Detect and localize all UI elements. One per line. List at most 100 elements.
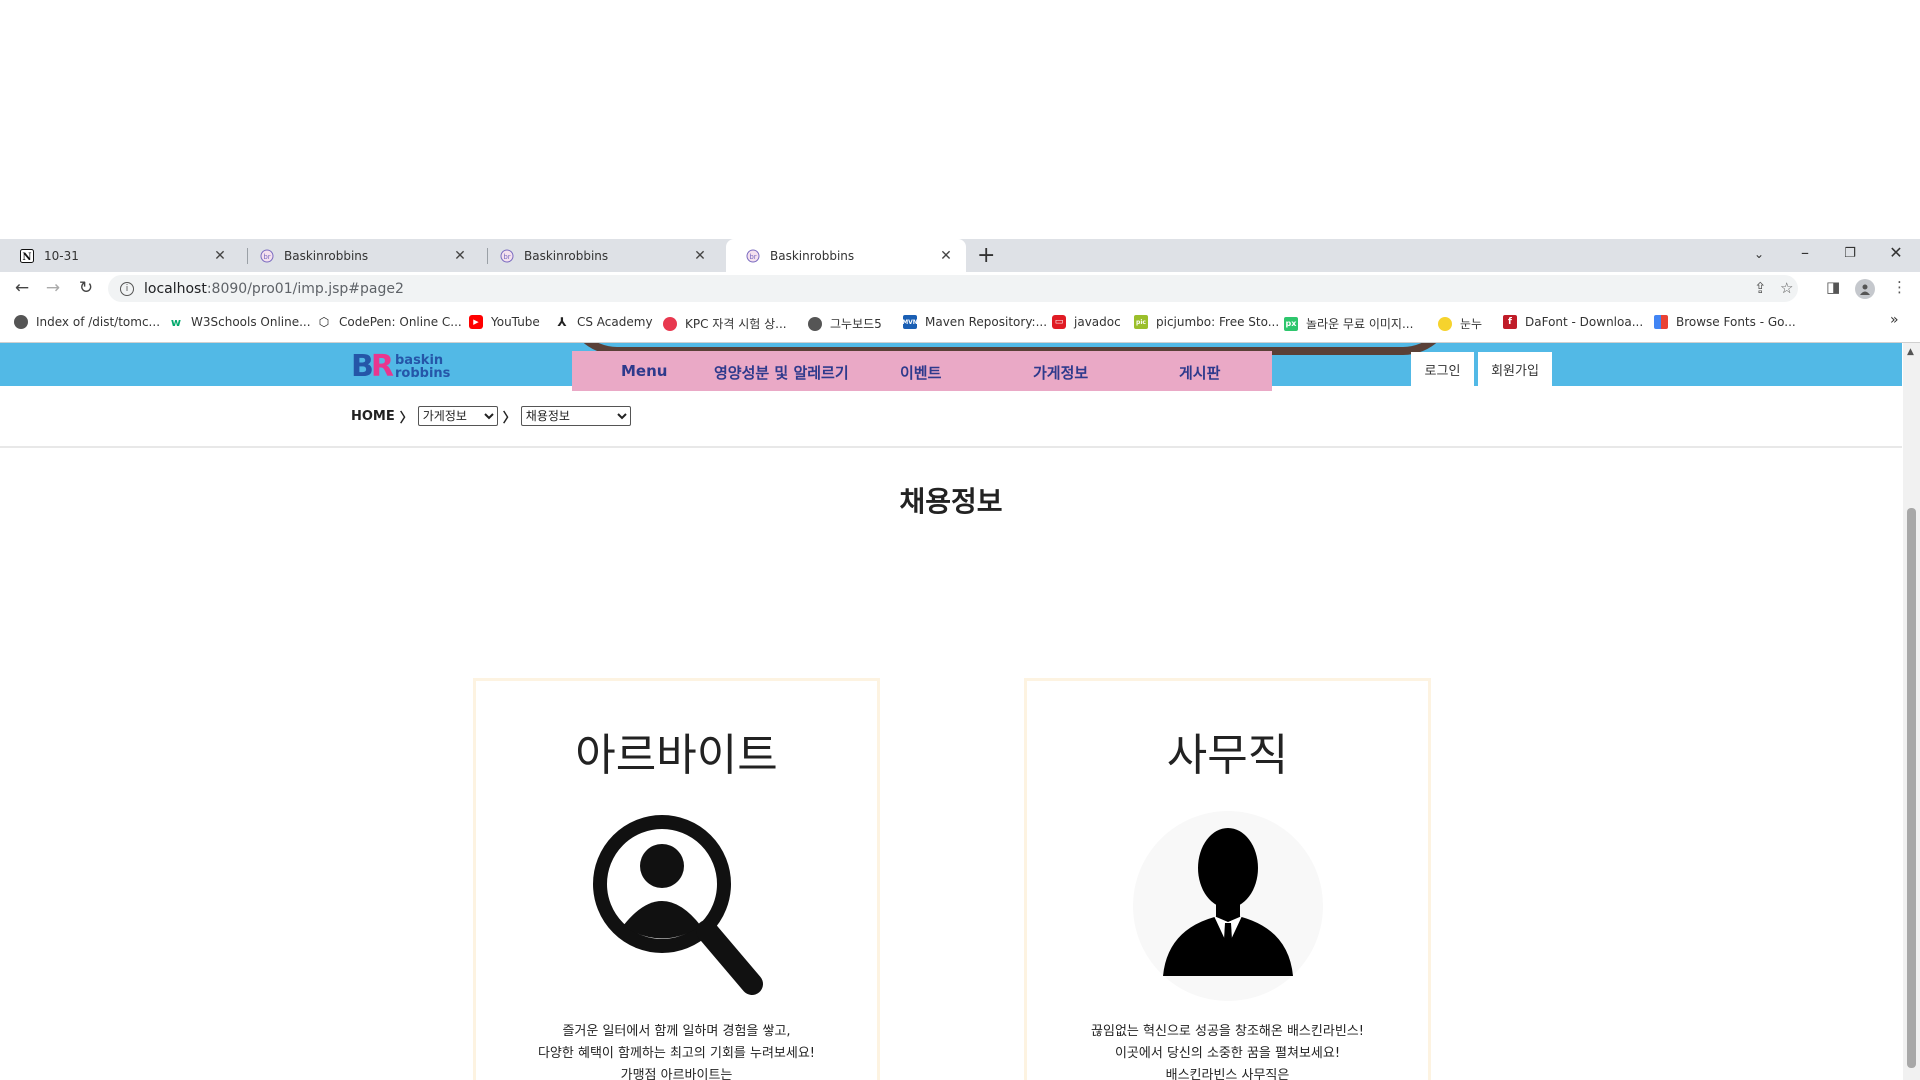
desc-line: 끊임없는 혁신으로 성공을 창조해온 배스킨라빈스! — [1091, 1024, 1364, 1039]
share-icon[interactable]: ⇪ — [1754, 279, 1767, 297]
kpc-icon — [663, 316, 677, 331]
codepen-icon: ⬡ — [317, 315, 331, 329]
bookmark-label: CodePen: Online C... — [339, 315, 462, 329]
card-description: 끊임없는 혁신으로 성공을 창조해온 배스킨라빈스! 이곳에서 당신의 소중한 … — [1027, 1021, 1428, 1080]
nav-item-store-info[interactable]: 가게정보 — [1033, 362, 1088, 383]
more-bookmarks-chevron[interactable]: » — [1890, 312, 1899, 328]
site-info-icon[interactable]: i — [120, 281, 134, 296]
bookmark-label: javadoc — [1074, 315, 1121, 329]
card-title: 아르바이트 — [575, 730, 778, 781]
baskin-robbins-logo[interactable]: BR baskin robbins — [351, 352, 450, 382]
profile-avatar[interactable] — [1855, 279, 1875, 299]
url-host: localhost — [144, 280, 207, 297]
bookmark-label: 눈누 — [1460, 317, 1483, 331]
close-icon[interactable]: ✕ — [212, 248, 228, 264]
restore-icon[interactable]: ❐ — [1835, 246, 1865, 261]
bookmark-item[interactable]: ⅄ CS Academy — [555, 315, 653, 329]
breadcrumb-home[interactable]: HOME — [351, 409, 395, 424]
dafont-icon: f — [1503, 315, 1517, 329]
globe-icon — [14, 315, 28, 329]
bookmark-label: CS Academy — [577, 315, 653, 329]
tab-baskinrobbins-1[interactable]: br Baskinrobbins ✕ — [240, 239, 480, 272]
desc-line: 이곳에서 당신의 소중한 꿈을 펼쳐보세요! — [1114, 1046, 1341, 1061]
toolbar: ← → ↻ i localhost:8090/pro01/imp.jsp#pag… — [0, 272, 1920, 305]
scroll-up-icon[interactable]: ▲ — [1907, 347, 1914, 357]
logo-mark: BR — [351, 349, 394, 384]
breadcrumb: HOME 〉 가게정보 〉 채용정보 — [351, 406, 631, 426]
parttime-card[interactable]: 아르바이트 즐거운 일터에서 함께 일하며 경험을 쌓고, 다양한 혜택이 함께… — [473, 678, 880, 1080]
minimize-icon[interactable]: – — [1790, 243, 1820, 262]
bookmark-item[interactable]: 눈누 — [1438, 315, 1482, 332]
bookmark-label: Browse Fonts - Go... — [1676, 315, 1796, 329]
tab-search-chevron-icon[interactable]: ⌄ — [1744, 247, 1774, 261]
businessman-icon — [1027, 806, 1428, 1006]
bookmark-label: W3Schools Online... — [191, 315, 311, 329]
nav-item-board[interactable]: 게시판 — [1179, 362, 1220, 383]
bookmark-label: YouTube — [491, 315, 540, 329]
cs-academy-icon: ⅄ — [555, 315, 569, 329]
close-icon[interactable]: ✕ — [938, 248, 954, 264]
back-icon[interactable]: ← — [10, 278, 34, 298]
globe-icon — [808, 316, 822, 331]
bookmark-item[interactable]: Index of /dist/tomc... — [14, 315, 160, 329]
nav-item-menu[interactable]: Menu — [621, 362, 667, 380]
bookmark-label: 놀라운 무료 이미지... — [1306, 317, 1414, 331]
tab-baskinrobbins-2[interactable]: br Baskinrobbins ✕ — [480, 239, 720, 272]
bookmark-item[interactable]: ▶ YouTube — [469, 315, 540, 329]
tab-title: Baskinrobbins — [770, 248, 855, 263]
forward-icon[interactable]: → — [41, 278, 65, 298]
category-select[interactable]: 가게정보 — [417, 406, 498, 426]
w3schools-icon: w — [169, 315, 183, 329]
signup-button[interactable]: 회원가입 — [1478, 352, 1552, 386]
bookmark-item[interactable]: 그누보드5 — [808, 315, 882, 332]
google-fonts-icon — [1654, 315, 1668, 329]
bookmark-label: KPC 자격 시험 상... — [685, 317, 787, 331]
bookmark-item[interactable]: pic picjumbo: Free Sto... — [1134, 315, 1279, 329]
menu-kebab-icon[interactable]: ⋮ — [1892, 278, 1907, 296]
nav-item-nutrition[interactable]: 영양성분 및 알레르기 — [714, 362, 849, 383]
side-panel-icon[interactable]: ◨ — [1826, 278, 1840, 296]
page-title: 채용정보 — [899, 485, 1003, 518]
close-icon[interactable]: ✕ — [692, 248, 708, 264]
office-card[interactable]: 사무직 끊임없는 혁신으로 성공을 창조해온 배스킨라빈스! 이곳에서 당신의 … — [1024, 678, 1431, 1080]
br-favicon: br — [260, 249, 274, 263]
javadoc-icon: ▭ — [1052, 315, 1066, 329]
login-button[interactable]: 로그인 — [1411, 352, 1474, 386]
reload-icon[interactable]: ↻ — [74, 278, 98, 298]
bookmark-label: Maven Repository:... — [925, 315, 1048, 329]
bookmark-item[interactable]: ⬡ CodePen: Online C... — [317, 315, 462, 329]
bookmark-item[interactable]: px 놀라운 무료 이미지... — [1284, 315, 1413, 332]
svg-text:br: br — [749, 253, 756, 261]
tab-notion[interactable]: N 10-31 ✕ — [0, 239, 240, 272]
scrollbar-thumb[interactable] — [1907, 508, 1916, 1068]
window-close-icon[interactable]: ✕ — [1881, 243, 1911, 262]
noonnu-icon — [1438, 316, 1452, 331]
bookmark-item[interactable]: w W3Schools Online... — [169, 315, 311, 329]
divider — [0, 446, 1902, 448]
tab-title: Baskinrobbins — [284, 248, 369, 263]
bookmark-star-icon[interactable]: ☆ — [1780, 279, 1793, 297]
picjumbo-icon: pic — [1134, 315, 1148, 329]
url-path: :8090/pro01/imp.jsp#page2 — [206, 280, 404, 297]
bookmark-item[interactable]: KPC 자격 시험 상... — [663, 315, 787, 332]
bookmark-label: Index of /dist/tomc... — [36, 315, 161, 329]
desc-line: 가맹점 아르바이트는 — [620, 1068, 733, 1080]
breadcrumb-separator: 〉 — [502, 410, 516, 426]
notion-icon: N — [20, 248, 34, 263]
bookmark-item[interactable]: f DaFont - Downloa... — [1503, 315, 1643, 329]
new-tab-button[interactable]: + — [977, 243, 995, 268]
bookmark-item[interactable]: Browse Fonts - Go... — [1654, 315, 1796, 329]
close-icon[interactable]: ✕ — [452, 248, 468, 264]
svg-text:N: N — [22, 252, 31, 263]
pixabay-icon: px — [1284, 316, 1298, 331]
bookmark-item[interactable]: MVN Maven Repository:... — [902, 315, 1048, 329]
address-bar[interactable]: i localhost:8090/pro01/imp.jsp#page2 ⇪ ☆ — [108, 275, 1798, 302]
job-search-icon — [476, 806, 877, 1006]
card-description: 즐거운 일터에서 함께 일하며 경험을 쌓고, 다양한 혜택이 함께하는 최고의… — [476, 1021, 877, 1080]
bookmark-item[interactable]: ▭ javadoc — [1052, 315, 1121, 329]
tab-title: 10-31 — [44, 248, 79, 263]
tab-baskinrobbins-active[interactable]: br Baskinrobbins ✕ — [726, 239, 966, 272]
subcategory-select[interactable]: 채용정보 — [520, 406, 631, 426]
page-scrollbar[interactable]: ▲ — [1903, 343, 1920, 1080]
nav-item-events[interactable]: 이벤트 — [900, 362, 941, 383]
